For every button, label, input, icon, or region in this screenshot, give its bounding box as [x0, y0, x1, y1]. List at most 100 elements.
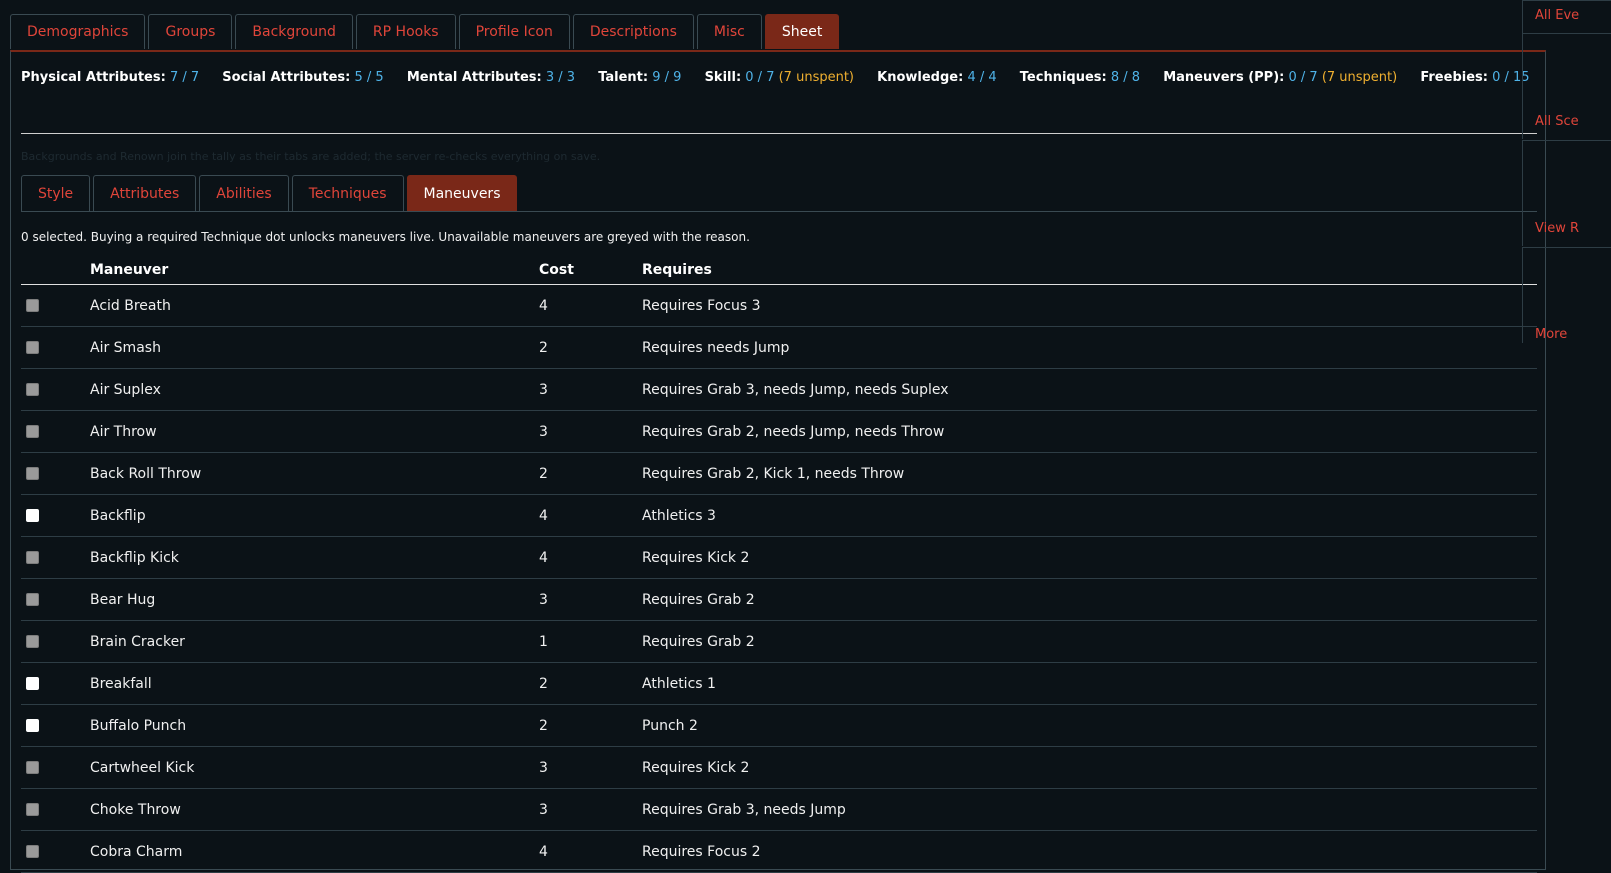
- subtab-divider: [21, 211, 1537, 212]
- maneuver-name: Breakfall: [90, 662, 539, 705]
- summary-unspent: (7 unspent): [1321, 70, 1398, 85]
- summary-knowledge: Knowledge: 4 / 4: [877, 70, 997, 85]
- maneuver-name: Air Suplex: [90, 368, 539, 411]
- maneuver-requires: Requires Grab 3, needs Jump, needs Suple…: [642, 368, 1537, 411]
- maneuver-requires: Requires Kick 2: [642, 536, 1537, 579]
- sidebar-box: More: [1522, 247, 1611, 343]
- summary-label: Knowledge:: [877, 70, 964, 85]
- table-row: Acid Breath 4 Requires Focus 3: [21, 284, 1537, 327]
- maneuver-cost: 2: [539, 452, 642, 495]
- maneuver-requires: Athletics 1: [642, 662, 1537, 705]
- select-cell: [21, 494, 90, 537]
- maneuver-requires: Requires Grab 2: [642, 578, 1537, 621]
- maneuver-requires: Requires Kick 2: [642, 746, 1537, 789]
- maneuver-name: Bear Hug: [90, 578, 539, 621]
- select-cell: [21, 704, 90, 747]
- maneuver-checkbox[interactable]: [26, 677, 39, 690]
- summary-value: 9 / 9: [652, 70, 682, 85]
- maneuver-requires: Requires Focus 3: [642, 284, 1537, 327]
- summary-value: 7 / 7: [169, 70, 200, 85]
- maneuver-cost: 3: [539, 410, 642, 453]
- maneuver-cost: 4: [539, 494, 642, 537]
- maneuver-name: Backflip: [90, 494, 539, 537]
- select-cell: [21, 830, 90, 873]
- summary-label: Freebies:: [1420, 70, 1488, 85]
- maneuver-name: Cobra Charm: [90, 830, 539, 873]
- maneuver-checkbox[interactable]: [26, 509, 39, 522]
- maneuver-table: Maneuver Cost Requires Acid Breath 4 Requi…: [21, 255, 1537, 873]
- subtab-maneuvers[interactable]: Maneuvers: [406, 175, 518, 211]
- tab-profile-icon[interactable]: Profile Icon: [458, 14, 570, 49]
- select-cell: [21, 620, 90, 663]
- header-maneuver: Maneuver: [90, 255, 539, 285]
- subtab-abilities[interactable]: Abilities: [199, 175, 289, 211]
- maneuver-name: Brain Cracker: [90, 620, 539, 663]
- sidebar-link-view[interactable]: View R: [1535, 221, 1579, 236]
- points-summary: Physical Attributes: 7 / 7 Social Attrib…: [21, 70, 1537, 85]
- subtab-techniques[interactable]: Techniques: [291, 175, 404, 211]
- select-cell: [21, 662, 90, 705]
- header-cost: Cost: [539, 255, 642, 285]
- summary-label: Maneuvers (PP):: [1163, 70, 1285, 85]
- tab-demographics[interactable]: Demographics: [10, 14, 146, 49]
- selection-info: 0 selected. Buying a required Technique …: [21, 230, 750, 244]
- table-row: Cartwheel Kick 3 Requires Kick 2: [21, 746, 1537, 789]
- maneuver-checkbox[interactable]: [26, 719, 39, 732]
- save-hint: Backgrounds and Renown join the tally as…: [21, 150, 601, 163]
- maneuver-name: Air Throw: [90, 410, 539, 453]
- maneuver-checkbox: [26, 299, 39, 312]
- maneuver-cost: 2: [539, 704, 642, 747]
- select-cell: [21, 578, 90, 621]
- sidebar-box: All Eve: [1522, 0, 1611, 33]
- maneuver-name: Cartwheel Kick: [90, 746, 539, 789]
- maneuver-name: Air Smash: [90, 326, 539, 369]
- select-cell: [21, 788, 90, 831]
- subtab-attributes[interactable]: Attributes: [93, 175, 197, 211]
- sheet-subtabs: Style Attributes Abilities Techniques Ma…: [21, 175, 518, 211]
- tab-sheet[interactable]: Sheet: [764, 14, 840, 49]
- summary-label: Physical Attributes:: [21, 70, 166, 85]
- sidebar-link-all-events[interactable]: All Eve: [1535, 8, 1579, 23]
- right-sidebar: All Eve All Sce View R More: [1522, 0, 1611, 860]
- select-cell: [21, 410, 90, 453]
- summary-techniques: Techniques: 8 / 8: [1020, 70, 1140, 85]
- header-requires: Requires: [642, 255, 1537, 285]
- summary-value: 3 / 3: [545, 70, 576, 85]
- summary-divider: [21, 133, 1537, 134]
- tab-groups[interactable]: Groups: [148, 14, 233, 49]
- summary-unspent: (7 unspent): [778, 70, 854, 85]
- tab-background[interactable]: Background: [235, 14, 353, 49]
- summary-talent: Talent: 9 / 9: [598, 70, 681, 85]
- subtab-style[interactable]: Style: [21, 175, 91, 211]
- maneuver-cost: 3: [539, 368, 642, 411]
- table-header-row: Maneuver Cost Requires: [21, 255, 1537, 285]
- summary-label: Skill:: [704, 70, 742, 85]
- maneuver-cost: 3: [539, 788, 642, 831]
- sidebar-link-more[interactable]: More: [1535, 327, 1567, 342]
- maneuver-checkbox: [26, 845, 39, 858]
- maneuver-checkbox: [26, 467, 39, 480]
- maneuver-checkbox: [26, 635, 39, 648]
- sidebar-box: All Sce: [1522, 33, 1611, 139]
- maneuver-name: Buffalo Punch: [90, 704, 539, 747]
- summary-freebies: Freebies: 0 / 15: [1420, 70, 1529, 85]
- table-row: Backflip Kick 4 Requires Kick 2: [21, 536, 1537, 579]
- maneuver-name: Backflip Kick: [90, 536, 539, 579]
- maneuver-checkbox: [26, 341, 39, 354]
- sidebar-box: View R: [1522, 140, 1611, 246]
- select-cell: [21, 326, 90, 369]
- summary-value: 4 / 4: [967, 70, 997, 85]
- maneuver-requires: Requires needs Jump: [642, 326, 1537, 369]
- maneuver-requires: Requires Grab 2: [642, 620, 1537, 663]
- table-row: Cobra Charm 4 Requires Focus 2: [21, 830, 1537, 873]
- maneuver-requires: Requires Focus 2: [642, 830, 1537, 873]
- tab-misc[interactable]: Misc: [696, 14, 762, 49]
- sidebar-link-all-scenes[interactable]: All Sce: [1535, 114, 1579, 129]
- table-row: Back Roll Throw 2 Requires Grab 2, Kick 1,…: [21, 452, 1537, 495]
- table-row: Air Suplex 3 Requires Grab 3, needs Jump, …: [21, 368, 1537, 411]
- table-row: Brain Cracker 1 Requires Grab 2: [21, 620, 1537, 663]
- tab-rp-hooks[interactable]: RP Hooks: [355, 14, 456, 49]
- summary-value: 0 / 7: [745, 70, 775, 85]
- header-select: [21, 255, 90, 285]
- tab-descriptions[interactable]: Descriptions: [572, 14, 694, 49]
